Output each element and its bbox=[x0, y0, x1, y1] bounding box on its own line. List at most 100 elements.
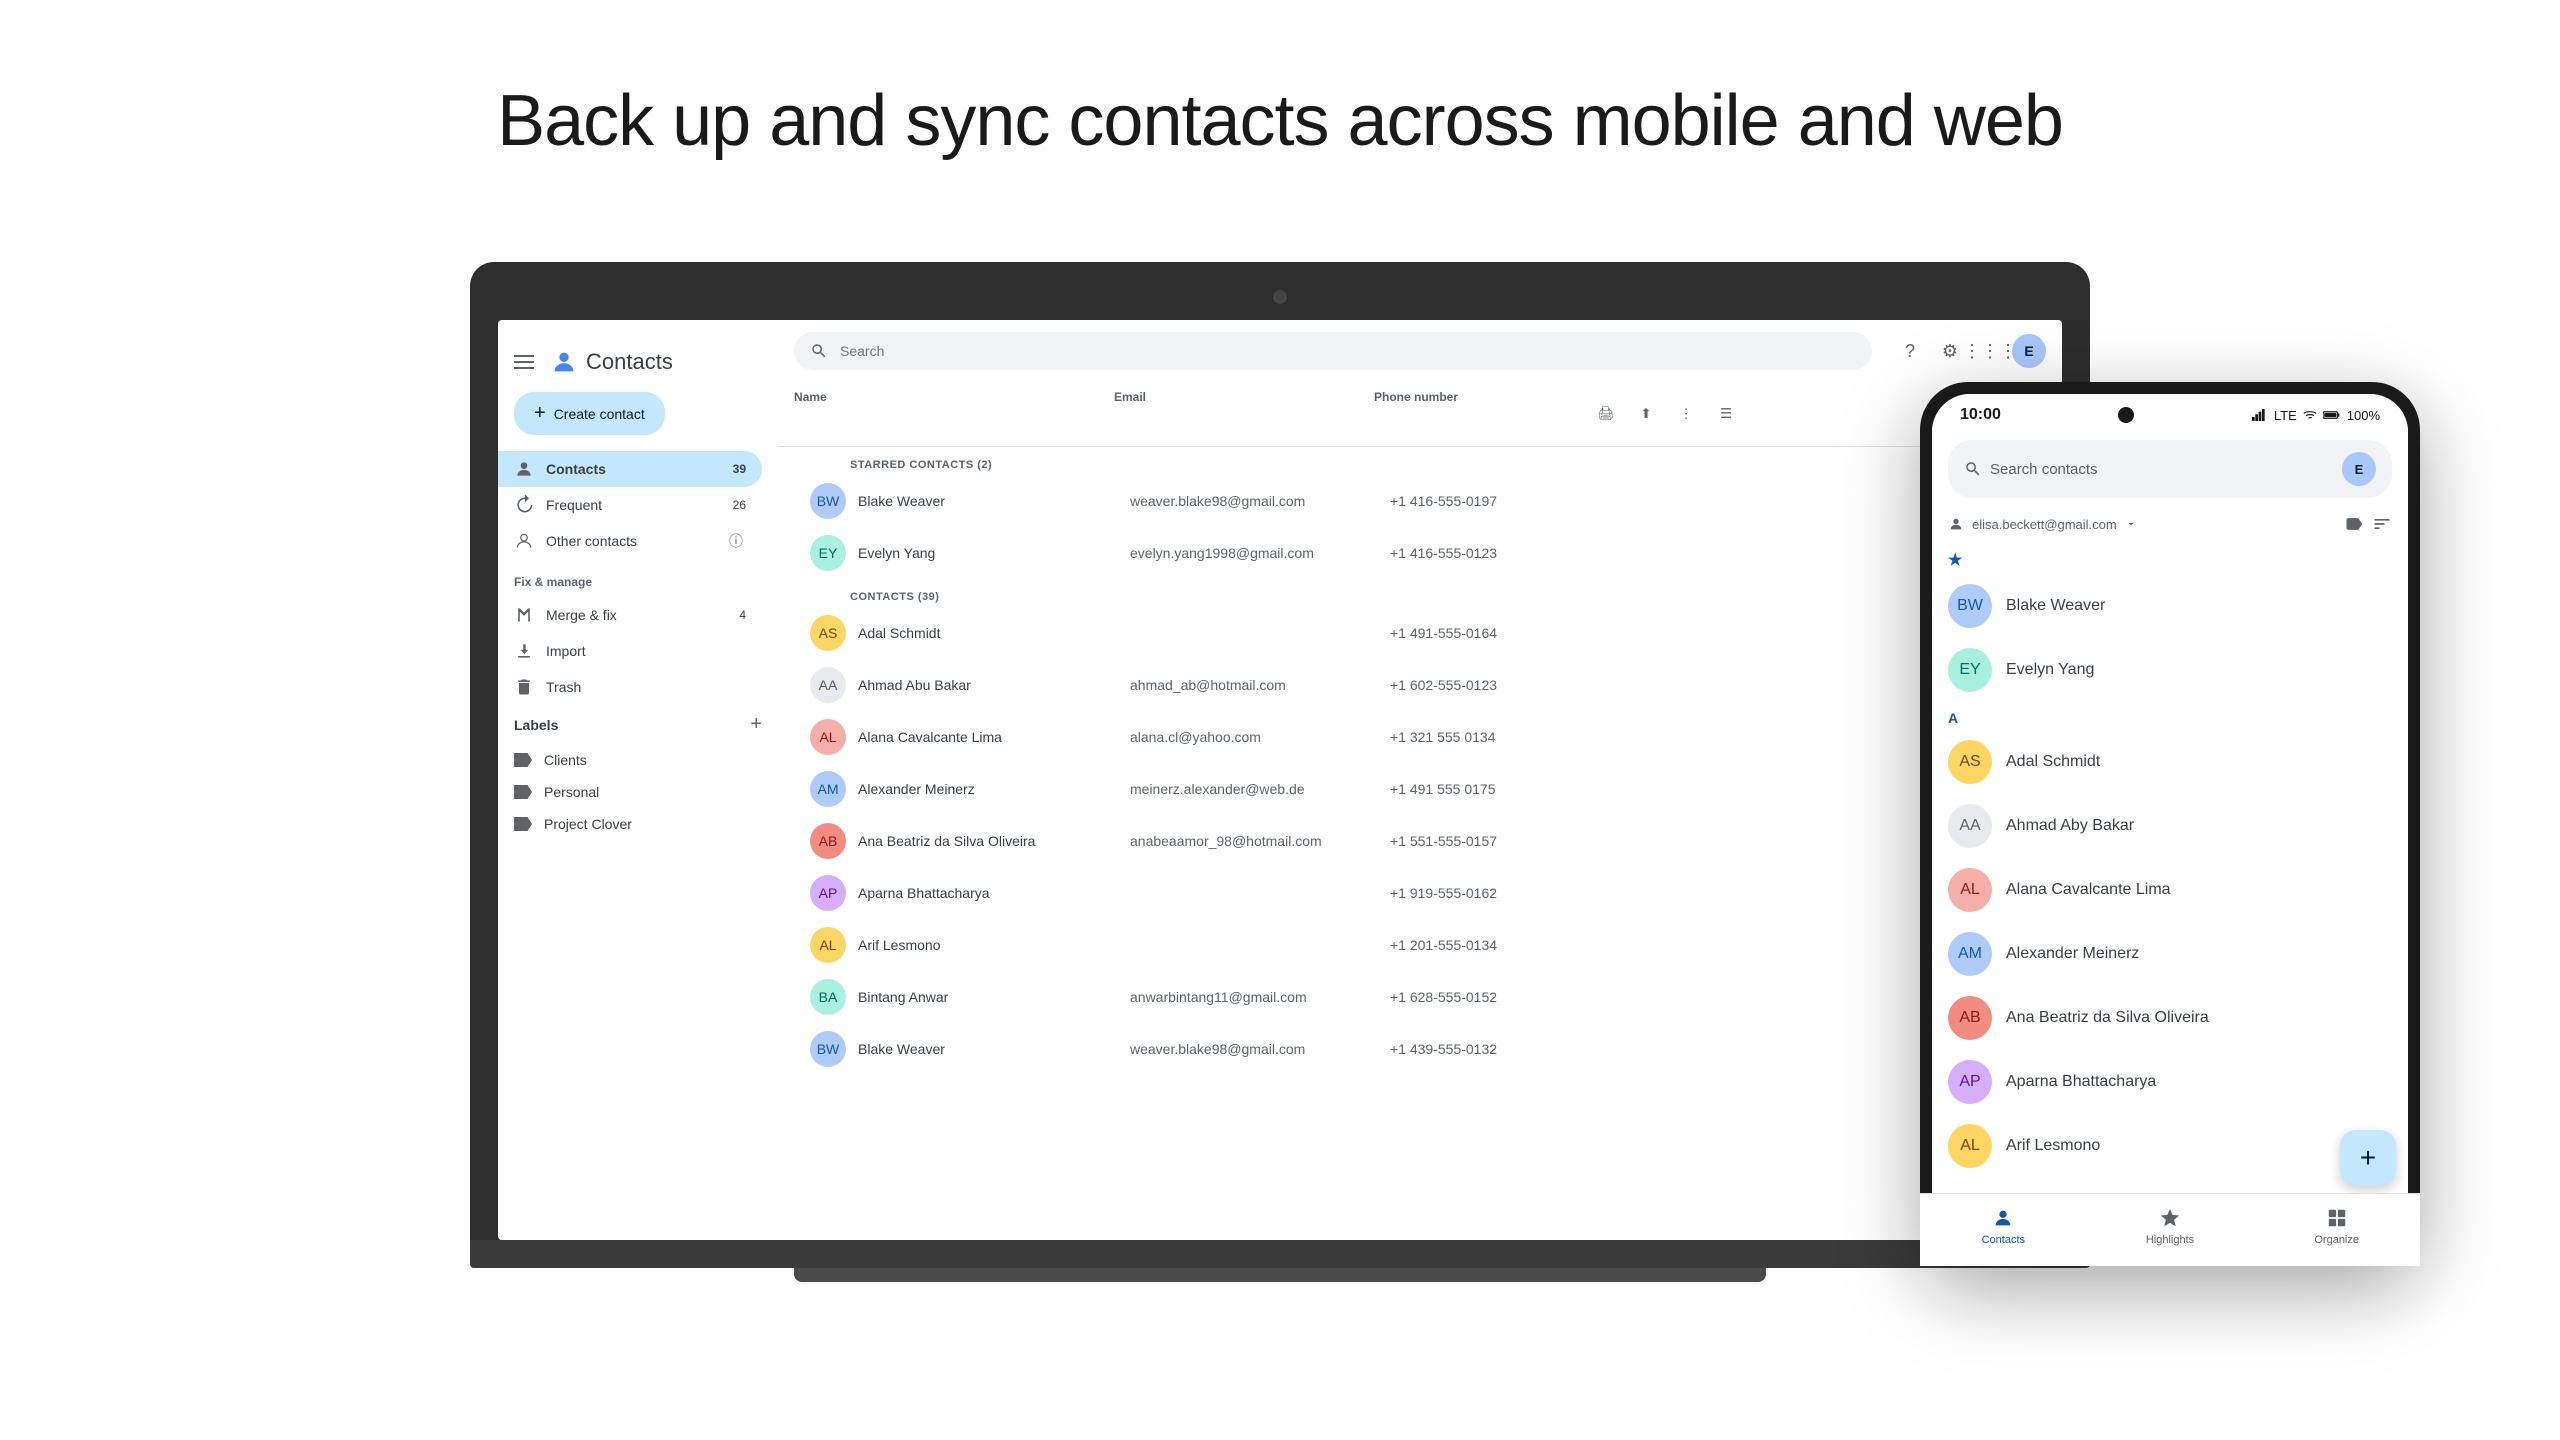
search-box bbox=[794, 332, 1872, 370]
create-contact-label: Create contact bbox=[554, 406, 645, 422]
phone-starred-section: ★ bbox=[1932, 542, 2408, 574]
list-item[interactable]: AB Ana Beatriz da Silva Oliveira bbox=[1932, 986, 2408, 1050]
status-icons: LTE 100% bbox=[2252, 408, 2380, 423]
laptop-screen: Contacts + Create contact Con bbox=[498, 320, 2062, 1240]
list-item[interactable]: AP Aparna Bhattacharya bbox=[1932, 1050, 2408, 1114]
list-item[interactable]: AL Arif Lesmono bbox=[1932, 1114, 2408, 1178]
sidebar-item-contacts[interactable]: Contacts 39 bbox=[498, 451, 762, 487]
trash-icon bbox=[514, 677, 534, 697]
phone: 10:00 LTE 100% Search contacts E e bbox=[1920, 382, 2420, 1266]
list-item[interactable]: BW Blake Weaver bbox=[1932, 574, 2408, 638]
contact-phone: +1 602-555-0123 bbox=[1390, 677, 1590, 693]
sidebar-header: Contacts bbox=[498, 340, 778, 392]
table-row[interactable]: AS Adal Schmidt +1 491-555-0164 bbox=[794, 607, 2046, 659]
table-row[interactable]: AM Alexander Meinerz meinerz.alexander@w… bbox=[794, 763, 2046, 815]
phone-contact-name: Evelyn Yang bbox=[2006, 661, 2094, 679]
apps-button[interactable]: ⋮⋮⋮ bbox=[1972, 333, 2008, 369]
contacts-app-icon bbox=[550, 348, 578, 376]
contact-name-cell: AB Ana Beatriz da Silva Oliveira bbox=[810, 823, 1130, 859]
phone-user-avatar[interactable]: E bbox=[2342, 452, 2376, 486]
table-row[interactable]: AL Alana Cavalcante Lima alana.cl@yahoo.… bbox=[794, 711, 2046, 763]
contact-avatar: AL bbox=[810, 927, 846, 963]
contact-name-cell: AL Arif Lesmono bbox=[810, 927, 1130, 963]
table-row[interactable]: BW Blake Weaver weaver.blake98@gmail.com… bbox=[794, 475, 2046, 527]
phone-search-placeholder: Search contacts bbox=[1990, 461, 2098, 478]
list-item[interactable]: AL Alana Cavalcante Lima bbox=[1932, 858, 2408, 922]
name-column-header: Name bbox=[794, 390, 1114, 438]
list-item[interactable]: AA Ahmad Aby Bakar bbox=[1932, 794, 2408, 858]
fab-button[interactable]: + bbox=[2340, 1130, 2396, 1186]
label-project-clover-text: Project Clover bbox=[544, 816, 632, 832]
starred-section-label: STARRED CONTACTS (2) bbox=[794, 447, 2046, 475]
contact-phone: +1 321 555 0134 bbox=[1390, 729, 1590, 745]
contact-name-cell: BW Blake Weaver bbox=[810, 483, 1130, 519]
sidebar-item-merge[interactable]: Merge & fix 4 bbox=[498, 597, 762, 633]
list-item[interactable]: EY Evelyn Yang bbox=[1932, 638, 2408, 702]
contact-email: evelyn.yang1998@gmail.com bbox=[1130, 545, 1390, 561]
phone-bottom-nav: Contacts Highlights Organize bbox=[1932, 1193, 2408, 1254]
list-item[interactable]: AS Adal Schmidt bbox=[1932, 730, 2408, 794]
phone-nav-organize[interactable]: Organize bbox=[2253, 1202, 2408, 1250]
contact-avatar: AM bbox=[810, 771, 846, 807]
sidebar-item-import[interactable]: Import bbox=[498, 633, 762, 669]
phone-column-header: Phone number bbox=[1374, 390, 1574, 438]
table-row[interactable]: AP Aparna Bhattacharya +1 919-555-0162 bbox=[794, 867, 2046, 919]
user-avatar[interactable]: E bbox=[2012, 334, 2046, 368]
status-time: 10:00 bbox=[1960, 406, 2001, 424]
page-title: Back up and sync contacts across mobile … bbox=[497, 80, 2063, 162]
phone-inner: 10:00 LTE 100% Search contacts E e bbox=[1932, 394, 2408, 1254]
contact-name-cell: AL Alana Cavalcante Lima bbox=[810, 719, 1130, 755]
contact-name: Blake Weaver bbox=[858, 493, 945, 509]
phone-nav-highlights[interactable]: Highlights bbox=[2087, 1202, 2254, 1250]
top-bar: ? ⚙ ⋮⋮⋮ E bbox=[778, 320, 2062, 382]
search-input[interactable] bbox=[840, 343, 1856, 359]
contact-email: meinerz.alexander@web.de bbox=[1130, 781, 1390, 797]
fix-manage-section-title: Fix & manage bbox=[498, 559, 778, 597]
more-button[interactable]: ⋮ bbox=[1670, 398, 1702, 430]
label-clients[interactable]: Clients bbox=[498, 744, 778, 776]
table-row[interactable]: BW Blake Weaver weaver.blake98@gmail.com… bbox=[794, 1023, 2046, 1075]
print-button[interactable]: 🖨 bbox=[1590, 398, 1622, 430]
phone-contact-name: Adal Schmidt bbox=[2006, 753, 2100, 771]
phone-contact-avatar: AL bbox=[1948, 1124, 1992, 1168]
menu-icon[interactable] bbox=[514, 355, 534, 369]
table-row[interactable]: AB Ana Beatriz da Silva Oliveira anabeaa… bbox=[794, 815, 2046, 867]
chevron-down-icon bbox=[2125, 518, 2137, 530]
contact-name: Adal Schmidt bbox=[858, 625, 940, 641]
phone-nav-contacts[interactable]: Contacts bbox=[1932, 1202, 2087, 1250]
person-icon bbox=[514, 459, 534, 479]
contact-email: anwarbintang11@gmail.com bbox=[1130, 989, 1390, 1005]
list-item[interactable]: AM Alexander Meinerz bbox=[1932, 922, 2408, 986]
help-button[interactable]: ? bbox=[1892, 333, 1928, 369]
phone-contact-avatar: EY bbox=[1948, 648, 1992, 692]
phone-contact-name: Ana Beatriz da Silva Oliveira bbox=[2006, 1009, 2209, 1027]
label-clients-text: Clients bbox=[544, 752, 587, 768]
table-row[interactable]: BA Bintang Anwar anwarbintang11@gmail.co… bbox=[794, 971, 2046, 1023]
laptop-stand bbox=[794, 1268, 1766, 1282]
contact-avatar: BA bbox=[810, 979, 846, 1015]
import-icon bbox=[514, 641, 534, 661]
sidebar-item-frequent[interactable]: Frequent 26 bbox=[498, 487, 762, 523]
contact-name: Ana Beatriz da Silva Oliveira bbox=[858, 833, 1035, 849]
devices-container: Contacts + Create contact Con bbox=[180, 262, 2380, 1282]
contact-name: Aparna Bhattacharya bbox=[858, 885, 990, 901]
create-contact-button[interactable]: + Create contact bbox=[514, 392, 665, 435]
label-project-clover[interactable]: Project Clover bbox=[498, 808, 778, 840]
table-row[interactable]: EY Evelyn Yang evelyn.yang1998@gmail.com… bbox=[794, 527, 2046, 579]
label-personal[interactable]: Personal bbox=[498, 776, 778, 808]
sidebar-item-trash[interactable]: Trash bbox=[498, 669, 762, 705]
star-icon: ★ bbox=[1948, 550, 1962, 570]
labels-header: Labels + bbox=[498, 705, 778, 744]
export-button[interactable]: ⬆ bbox=[1630, 398, 1662, 430]
sidebar-item-other-contacts[interactable]: Other contacts ⓘ bbox=[498, 523, 762, 559]
phone-account-bar: elisa.beckett@gmail.com bbox=[1932, 506, 2408, 542]
table-row[interactable]: AA Ahmad Abu Bakar ahmad_ab@hotmail.com … bbox=[794, 659, 2046, 711]
contact-name-cell: AS Adal Schmidt bbox=[810, 615, 1130, 651]
sort-button[interactable]: ☰ bbox=[1710, 398, 1742, 430]
table-row[interactable]: AL Arif Lesmono +1 201-555-0134 bbox=[794, 919, 2046, 971]
laptop-base bbox=[470, 1240, 2090, 1268]
contact-name: Bintang Anwar bbox=[858, 989, 948, 1005]
contact-phone: +1 416-555-0197 bbox=[1390, 493, 1590, 509]
app-name-label: Contacts bbox=[586, 349, 673, 375]
add-label-button[interactable]: + bbox=[750, 713, 762, 736]
